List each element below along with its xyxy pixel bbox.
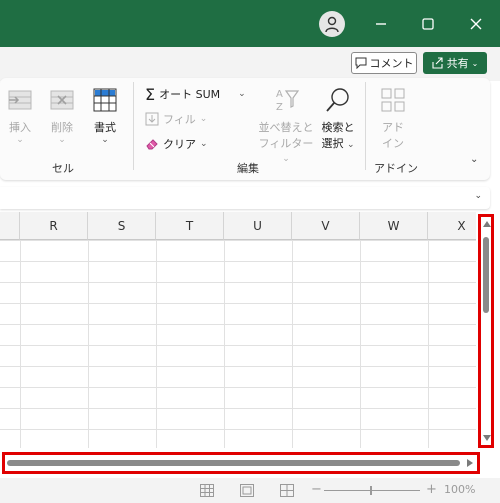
worksheet-grid[interactable]: R S T U V W X [0,212,476,448]
page-break-preview-icon[interactable] [280,484,294,497]
fill-down-icon [145,112,159,126]
fill-label: フィル [163,113,196,126]
grid-vline [360,240,361,448]
ribbon-divider [133,82,134,170]
formula-bar[interactable]: ⌄ [0,187,490,209]
sort-filter-icon: A Z [276,89,300,113]
find-select-button[interactable]: 検索と 選択 ⌄ [318,86,358,151]
account-avatar[interactable] [319,11,345,37]
zoom-slider[interactable] [324,490,420,491]
sort-filter-button[interactable]: A Z 並べ替えと フィルター ⌄ [256,86,316,164]
scroll-right-arrow-icon[interactable] [467,459,473,467]
zoom-out-button[interactable]: − [311,482,322,497]
vertical-scroll-thumb[interactable] [483,237,489,313]
scroll-up-arrow-icon[interactable] [483,221,491,227]
zoom-slider-knob[interactable] [370,486,372,495]
addins-label-2: イン [382,137,404,150]
minimize-button[interactable] [366,9,396,39]
insert-cells-button[interactable]: 挿入 ⌄ [4,86,36,145]
grid-vline [428,240,429,448]
user-icon [325,16,339,33]
column-header-s[interactable]: S [88,212,156,240]
addins-grid-icon [381,88,405,112]
column-header-partial[interactable] [0,212,20,240]
magnifier-icon [326,88,349,112]
chevron-down-icon: ⌄ [58,135,66,145]
chevron-down-icon: ⌄ [199,114,208,124]
horizontal-scrollbar[interactable] [2,452,480,474]
format-cells-icon [93,88,117,112]
comment-icon [355,57,366,69]
clear-label: クリア [163,138,196,151]
chevron-down-icon: ⌄ [346,140,355,150]
addins-group-label: アドイン [374,162,418,175]
page-layout-view-icon[interactable] [240,484,254,497]
grid-vline [224,240,225,448]
zoom-level[interactable]: 100% [444,483,475,496]
close-icon [470,18,482,30]
insert-cells-label: 挿入 [9,121,31,134]
cell-gridlines [0,240,476,448]
share-button-label: 共有 [446,57,469,70]
sort-filter-label-2: フィルター ⌄ [258,137,314,164]
autosum-label: オート SUM [159,88,221,101]
minimize-icon [376,23,386,25]
column-header-r[interactable]: R [20,212,88,240]
chevron-down-icon: ⌄ [238,89,246,99]
column-header-t[interactable]: T [156,212,224,240]
addins-label-1: アド [382,121,404,134]
eraser-icon [146,139,158,150]
ribbon-collapse-chevron-icon[interactable]: ⌄ [470,154,478,165]
maximize-button[interactable] [413,9,443,39]
grid-vline [88,240,89,448]
delete-cells-icon [50,90,74,110]
scroll-down-arrow-icon[interactable] [483,435,491,441]
close-button[interactable] [461,9,491,39]
insert-cells-icon [8,90,32,110]
column-header-w[interactable]: W [360,212,428,240]
format-cells-label: 書式 [94,121,116,134]
cells-group-label: セル [52,162,74,175]
find-select-label-2: 選択 ⌄ [321,137,355,150]
addins-button[interactable]: アド イン [374,86,412,151]
comment-button-label: コメント [369,57,414,70]
normal-view-icon[interactable] [200,484,214,497]
maximize-icon [422,18,434,30]
zoom-in-button[interactable]: + [426,482,437,497]
clear-button[interactable]: クリア ⌄ [145,134,208,154]
autosum-button[interactable]: Σ オート SUM ⌄ [145,84,246,104]
chevron-down-icon: ⌄ [471,58,479,68]
vertical-scrollbar[interactable] [478,214,494,448]
expand-formula-chevron-icon[interactable]: ⌄ [474,191,482,201]
column-header-x[interactable]: X [428,212,476,240]
fill-button[interactable]: フィル ⌄ [145,109,207,129]
svg-text:A: A [276,89,283,100]
chevron-down-icon: ⌄ [282,154,290,164]
horizontal-scroll-thumb[interactable] [7,460,460,466]
delete-cells-button[interactable]: 削除 ⌄ [46,86,78,145]
sort-filter-label-1: 並べ替えと [258,121,314,134]
format-cells-button[interactable]: 書式 ⌄ [89,86,121,145]
share-icon [432,57,443,69]
status-bar: − + 100% [0,478,500,503]
sigma-icon: Σ [145,84,156,104]
ribbon-divider [365,82,366,170]
title-bar [0,0,500,47]
editing-group-label: 編集 [237,162,259,175]
grid-vline [20,240,21,448]
grid-vline [292,240,293,448]
column-header-v[interactable]: V [292,212,360,240]
find-select-label-1: 検索と [321,121,355,134]
comment-button[interactable]: コメント [351,52,417,74]
chevron-down-icon: ⌄ [101,135,109,145]
svg-text:Z: Z [276,102,283,113]
column-header-u[interactable]: U [224,212,292,240]
share-button[interactable]: 共有 ⌄ [423,52,487,74]
chevron-down-icon: ⌄ [200,139,208,149]
delete-cells-label: 削除 [51,121,73,134]
chevron-down-icon: ⌄ [16,135,24,145]
grid-vline [156,240,157,448]
